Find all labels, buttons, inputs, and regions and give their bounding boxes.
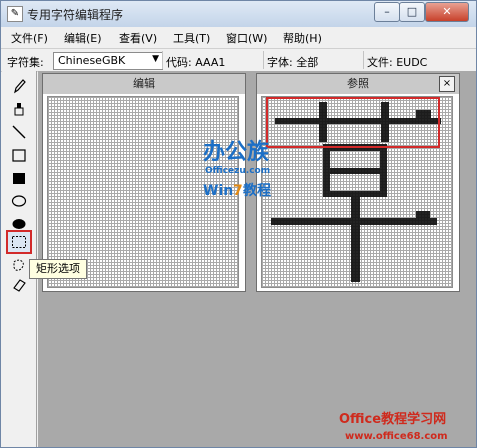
file-field: 文件: EUDC: [367, 56, 428, 69]
hollow-ellipse-icon: [11, 195, 27, 207]
menu-file[interactable]: 文件(F): [11, 30, 48, 46]
font-field: 字体: 全部: [267, 56, 319, 69]
logo-url: Officezu.com: [205, 166, 270, 176]
toolbar-divider: [263, 51, 264, 69]
highlight-box: [266, 97, 440, 148]
rectangle-select-tool[interactable]: [6, 230, 32, 254]
logo-watermark: 办公族 Officezu.com Win 7 教程: [203, 139, 271, 199]
charset-value: ChineseGBK: [58, 54, 126, 67]
menu-bar: 文件(F) 编辑(E) 查看(V) 工具(T) 窗口(W) 帮助(H): [1, 27, 476, 47]
status-toolbar: 字符集: ChineseGBK ▼ 代码: AAA1 字体: 全部 文件: EU…: [1, 48, 476, 72]
rectangle-select-icon: [12, 236, 26, 248]
maximize-button[interactable]: □: [399, 2, 425, 22]
line-icon: [12, 125, 26, 139]
pencil-tool[interactable]: [7, 75, 31, 97]
chevron-down-icon: ▼: [152, 54, 159, 64]
brush-icon: [14, 103, 24, 116]
freeform-select-icon: [13, 259, 24, 271]
edit-panel-title: 编辑: [43, 74, 245, 94]
logo-text: 办公族: [203, 139, 270, 165]
footer-watermark: Office教程学习网 www.office68.com: [339, 411, 448, 442]
menu-window[interactable]: 窗口(W): [226, 30, 267, 46]
menu-help[interactable]: 帮助(H): [283, 30, 322, 46]
charset-label: 字符集:: [7, 56, 44, 69]
window-title: 专用字符编辑程序: [27, 8, 124, 22]
filled-rectangle-icon: [13, 173, 25, 184]
charset-dropdown[interactable]: ChineseGBK ▼: [53, 52, 163, 70]
close-icon[interactable]: ×: [439, 76, 455, 92]
reference-panel-title: 参照: [257, 74, 459, 94]
minimize-button[interactable]: –: [374, 2, 400, 22]
menu-tools[interactable]: 工具(T): [173, 30, 210, 46]
toolbar-divider: [162, 51, 163, 69]
logo-sub-seven: 7: [233, 183, 243, 199]
close-button[interactable]: ✕: [425, 2, 469, 22]
hollow-rectangle-icon: [12, 149, 26, 162]
code-field: 代码: AAA1: [166, 56, 226, 69]
menu-view[interactable]: 查看(V): [119, 30, 157, 46]
logo-sub-tutorial: 教程: [243, 182, 271, 199]
app-icon: ✎: [7, 6, 23, 22]
eraser-tool[interactable]: [7, 274, 31, 296]
app-window: ✎ 专用字符编辑程序 – □ ✕ 文件(F) 编辑(E) 查看(V) 工具(T)…: [0, 0, 477, 448]
hollow-ellipse-tool[interactable]: [7, 190, 31, 212]
eraser-icon: [13, 279, 26, 292]
menu-edit[interactable]: 编辑(E): [64, 30, 102, 46]
filled-rectangle-tool[interactable]: [7, 167, 31, 189]
footer-line1: Office教程学习网: [339, 411, 446, 427]
brush-tool[interactable]: [7, 98, 31, 120]
toolbar-divider: [363, 51, 364, 69]
footer-line2: www.office68.com: [345, 431, 448, 442]
tooltip: 矩形选项: [29, 259, 87, 279]
line-tool[interactable]: [7, 121, 31, 143]
logo-sub-win: Win: [203, 183, 233, 199]
pencil-icon: [14, 79, 26, 94]
hollow-rectangle-tool[interactable]: [7, 144, 31, 166]
title-bar[interactable]: ✎ 专用字符编辑程序 – □ ✕: [1, 1, 476, 27]
